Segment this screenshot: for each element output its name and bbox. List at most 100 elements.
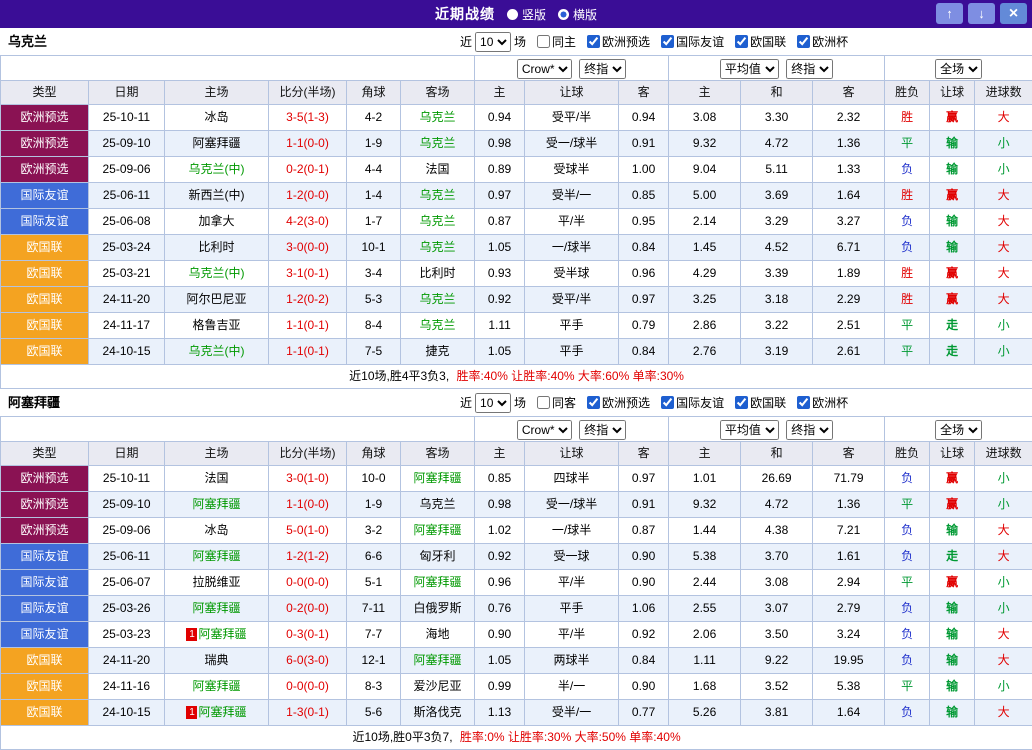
friendly-checkbox[interactable] bbox=[661, 396, 674, 409]
handicap-cell: 两球半 bbox=[525, 648, 619, 674]
match-row: 欧洲预选25-09-10阿塞拜疆1-1(0-0)1-9乌克兰0.98受一/球半0… bbox=[1, 492, 1032, 518]
avg-away-cell: 3.27 bbox=[813, 209, 885, 235]
col-avg-draw: 和 bbox=[741, 442, 813, 466]
goals-result-cell: 小 bbox=[975, 157, 1032, 183]
avg-type-select[interactable]: 平均值 bbox=[720, 420, 779, 440]
comp-badge-cell: 国际友谊 bbox=[1, 622, 89, 648]
scope-select[interactable]: 全场 bbox=[935, 59, 982, 79]
comp-checkbox-nations-league[interactable]: 欧国联 bbox=[727, 33, 786, 50]
col-home: 主场 bbox=[165, 442, 269, 466]
recent-count-select[interactable]: 10 bbox=[475, 32, 511, 52]
horizontal-radio[interactable]: 横版 bbox=[558, 6, 597, 23]
col-odds-away: 客 bbox=[619, 442, 669, 466]
handicap-cell: 平/半 bbox=[525, 209, 619, 235]
same-venue-checkbox-label[interactable]: 同主 bbox=[529, 33, 576, 50]
comp-badge-cell: 欧洲预选 bbox=[1, 157, 89, 183]
handicap-result-cell: 赢 bbox=[930, 105, 975, 131]
close-button[interactable]: × bbox=[1000, 3, 1027, 24]
move-down-button[interactable]: ↓ bbox=[968, 3, 995, 24]
date-cell: 24-10-15 bbox=[89, 700, 165, 726]
odds-time-select[interactable]: 终指 bbox=[579, 420, 626, 440]
match-row: 欧国联25-03-21乌克兰(中)3-1(0-1)3-4比利时0.93受半球0.… bbox=[1, 261, 1032, 287]
away-odds-cell: 0.90 bbox=[619, 570, 669, 596]
recent-label: 近 bbox=[460, 33, 472, 50]
euro-qual-checkbox[interactable] bbox=[587, 35, 600, 48]
comp-checkbox-euro[interactable]: 欧洲杯 bbox=[789, 33, 848, 50]
avg-home-cell: 2.55 bbox=[669, 596, 741, 622]
avg-draw-cell: 26.69 bbox=[741, 466, 813, 492]
col-odds-home: 主 bbox=[475, 442, 525, 466]
comp-badge-cell: 国际友谊 bbox=[1, 570, 89, 596]
nations-league-checkbox[interactable] bbox=[735, 35, 748, 48]
avg-draw-cell: 3.81 bbox=[741, 700, 813, 726]
comp-badge-cell: 欧国联 bbox=[1, 287, 89, 313]
col-avg-away: 客 bbox=[813, 442, 885, 466]
comp-checkbox-friendly[interactable]: 国际友谊 bbox=[653, 394, 724, 411]
comp-checkbox-nations-league[interactable]: 欧国联 bbox=[727, 394, 786, 411]
scope-select[interactable]: 全场 bbox=[935, 420, 982, 440]
handicap-result-cell: 赢 bbox=[930, 570, 975, 596]
avg-draw-cell: 4.72 bbox=[741, 492, 813, 518]
up-arrow-icon: ↑ bbox=[946, 6, 953, 21]
avg-time-select[interactable]: 终指 bbox=[786, 59, 833, 79]
friendly-checkbox[interactable] bbox=[661, 35, 674, 48]
vertical-radio[interactable]: 竖版 bbox=[507, 6, 546, 23]
odds-company-select[interactable]: Crow* bbox=[517, 59, 572, 79]
away-odds-cell: 0.97 bbox=[619, 287, 669, 313]
odds-selects-cell: Crow* 终指 bbox=[475, 56, 669, 81]
comp-checkbox-euro-qual[interactable]: 欧洲预选 bbox=[579, 394, 650, 411]
score-cell: 1-1(0-0) bbox=[269, 131, 347, 157]
away-odds-cell: 0.96 bbox=[619, 261, 669, 287]
result-cell: 胜 bbox=[885, 287, 930, 313]
away-team-cell: 比利时 bbox=[401, 261, 475, 287]
same-venue-checkbox[interactable] bbox=[537, 35, 550, 48]
home-odds-cell: 0.90 bbox=[475, 622, 525, 648]
col-result: 胜负 bbox=[885, 81, 930, 105]
comp-badge-cell: 欧国联 bbox=[1, 339, 89, 365]
summary-rates: 胜率:40% 让胜率:40% 大率:60% 单率:30% bbox=[457, 369, 684, 383]
away-team-name: 乌克兰 bbox=[420, 188, 456, 202]
selects-row: Crow* 终指 平均值 终指 全场 bbox=[1, 56, 1032, 81]
match-row: 欧洲预选25-09-06冰岛5-0(1-0)3-2阿塞拜疆1.02一/球半0.8… bbox=[1, 518, 1032, 544]
result-cell: 胜 bbox=[885, 105, 930, 131]
result-cell: 负 bbox=[885, 700, 930, 726]
same-venue-checkbox-label[interactable]: 同客 bbox=[529, 394, 576, 411]
comp-checkbox-euro[interactable]: 欧洲杯 bbox=[789, 394, 848, 411]
comp-checkbox-friendly[interactable]: 国际友谊 bbox=[653, 33, 724, 50]
col-date: 日期 bbox=[89, 442, 165, 466]
recent-count-select[interactable]: 10 bbox=[475, 393, 511, 413]
col-score: 比分(半场) bbox=[269, 81, 347, 105]
handicap-result-cell: 走 bbox=[930, 313, 975, 339]
summary-row: 近10场,胜4平3负3, 胜率:40% 让胜率:40% 大率:60% 单率:30… bbox=[1, 365, 1032, 389]
away-team-cell: 阿塞拜疆 bbox=[401, 570, 475, 596]
comp-badge-cell: 欧洲预选 bbox=[1, 131, 89, 157]
avg-time-select[interactable]: 终指 bbox=[786, 420, 833, 440]
home-team-name: 冰岛 bbox=[204, 523, 228, 537]
col-type: 类型 bbox=[1, 81, 89, 105]
comp-badge-cell: 国际友谊 bbox=[1, 544, 89, 570]
nations-league-checkbox[interactable] bbox=[735, 396, 748, 409]
avg-type-select[interactable]: 平均值 bbox=[720, 59, 779, 79]
col-away: 客场 bbox=[401, 81, 475, 105]
euro-qual-checkbox[interactable] bbox=[587, 396, 600, 409]
away-odds-cell: 0.77 bbox=[619, 700, 669, 726]
odds-company-select[interactable]: Crow* bbox=[517, 420, 572, 440]
away-team-cell: 乌克兰 bbox=[401, 313, 475, 339]
home-team-cell: 格鲁吉亚 bbox=[165, 313, 269, 339]
handicap-cell: 平/半 bbox=[525, 570, 619, 596]
euro-checkbox[interactable] bbox=[797, 396, 810, 409]
comp-badge-cell: 欧国联 bbox=[1, 235, 89, 261]
move-up-button[interactable]: ↑ bbox=[936, 3, 963, 24]
euro-checkbox[interactable] bbox=[797, 35, 810, 48]
avg-away-cell: 1.64 bbox=[813, 700, 885, 726]
away-team-name: 乌克兰 bbox=[420, 292, 456, 306]
away-team-name: 匈牙利 bbox=[420, 549, 456, 563]
col-goals: 进球数 bbox=[975, 81, 1032, 105]
avg-away-cell: 2.94 bbox=[813, 570, 885, 596]
comp-checkbox-euro-qual[interactable]: 欧洲预选 bbox=[579, 33, 650, 50]
avg-home-cell: 9.32 bbox=[669, 492, 741, 518]
avg-draw-cell: 3.07 bbox=[741, 596, 813, 622]
odds-time-select[interactable]: 终指 bbox=[579, 59, 626, 79]
same-venue-checkbox[interactable] bbox=[537, 396, 550, 409]
home-odds-cell: 0.98 bbox=[475, 131, 525, 157]
